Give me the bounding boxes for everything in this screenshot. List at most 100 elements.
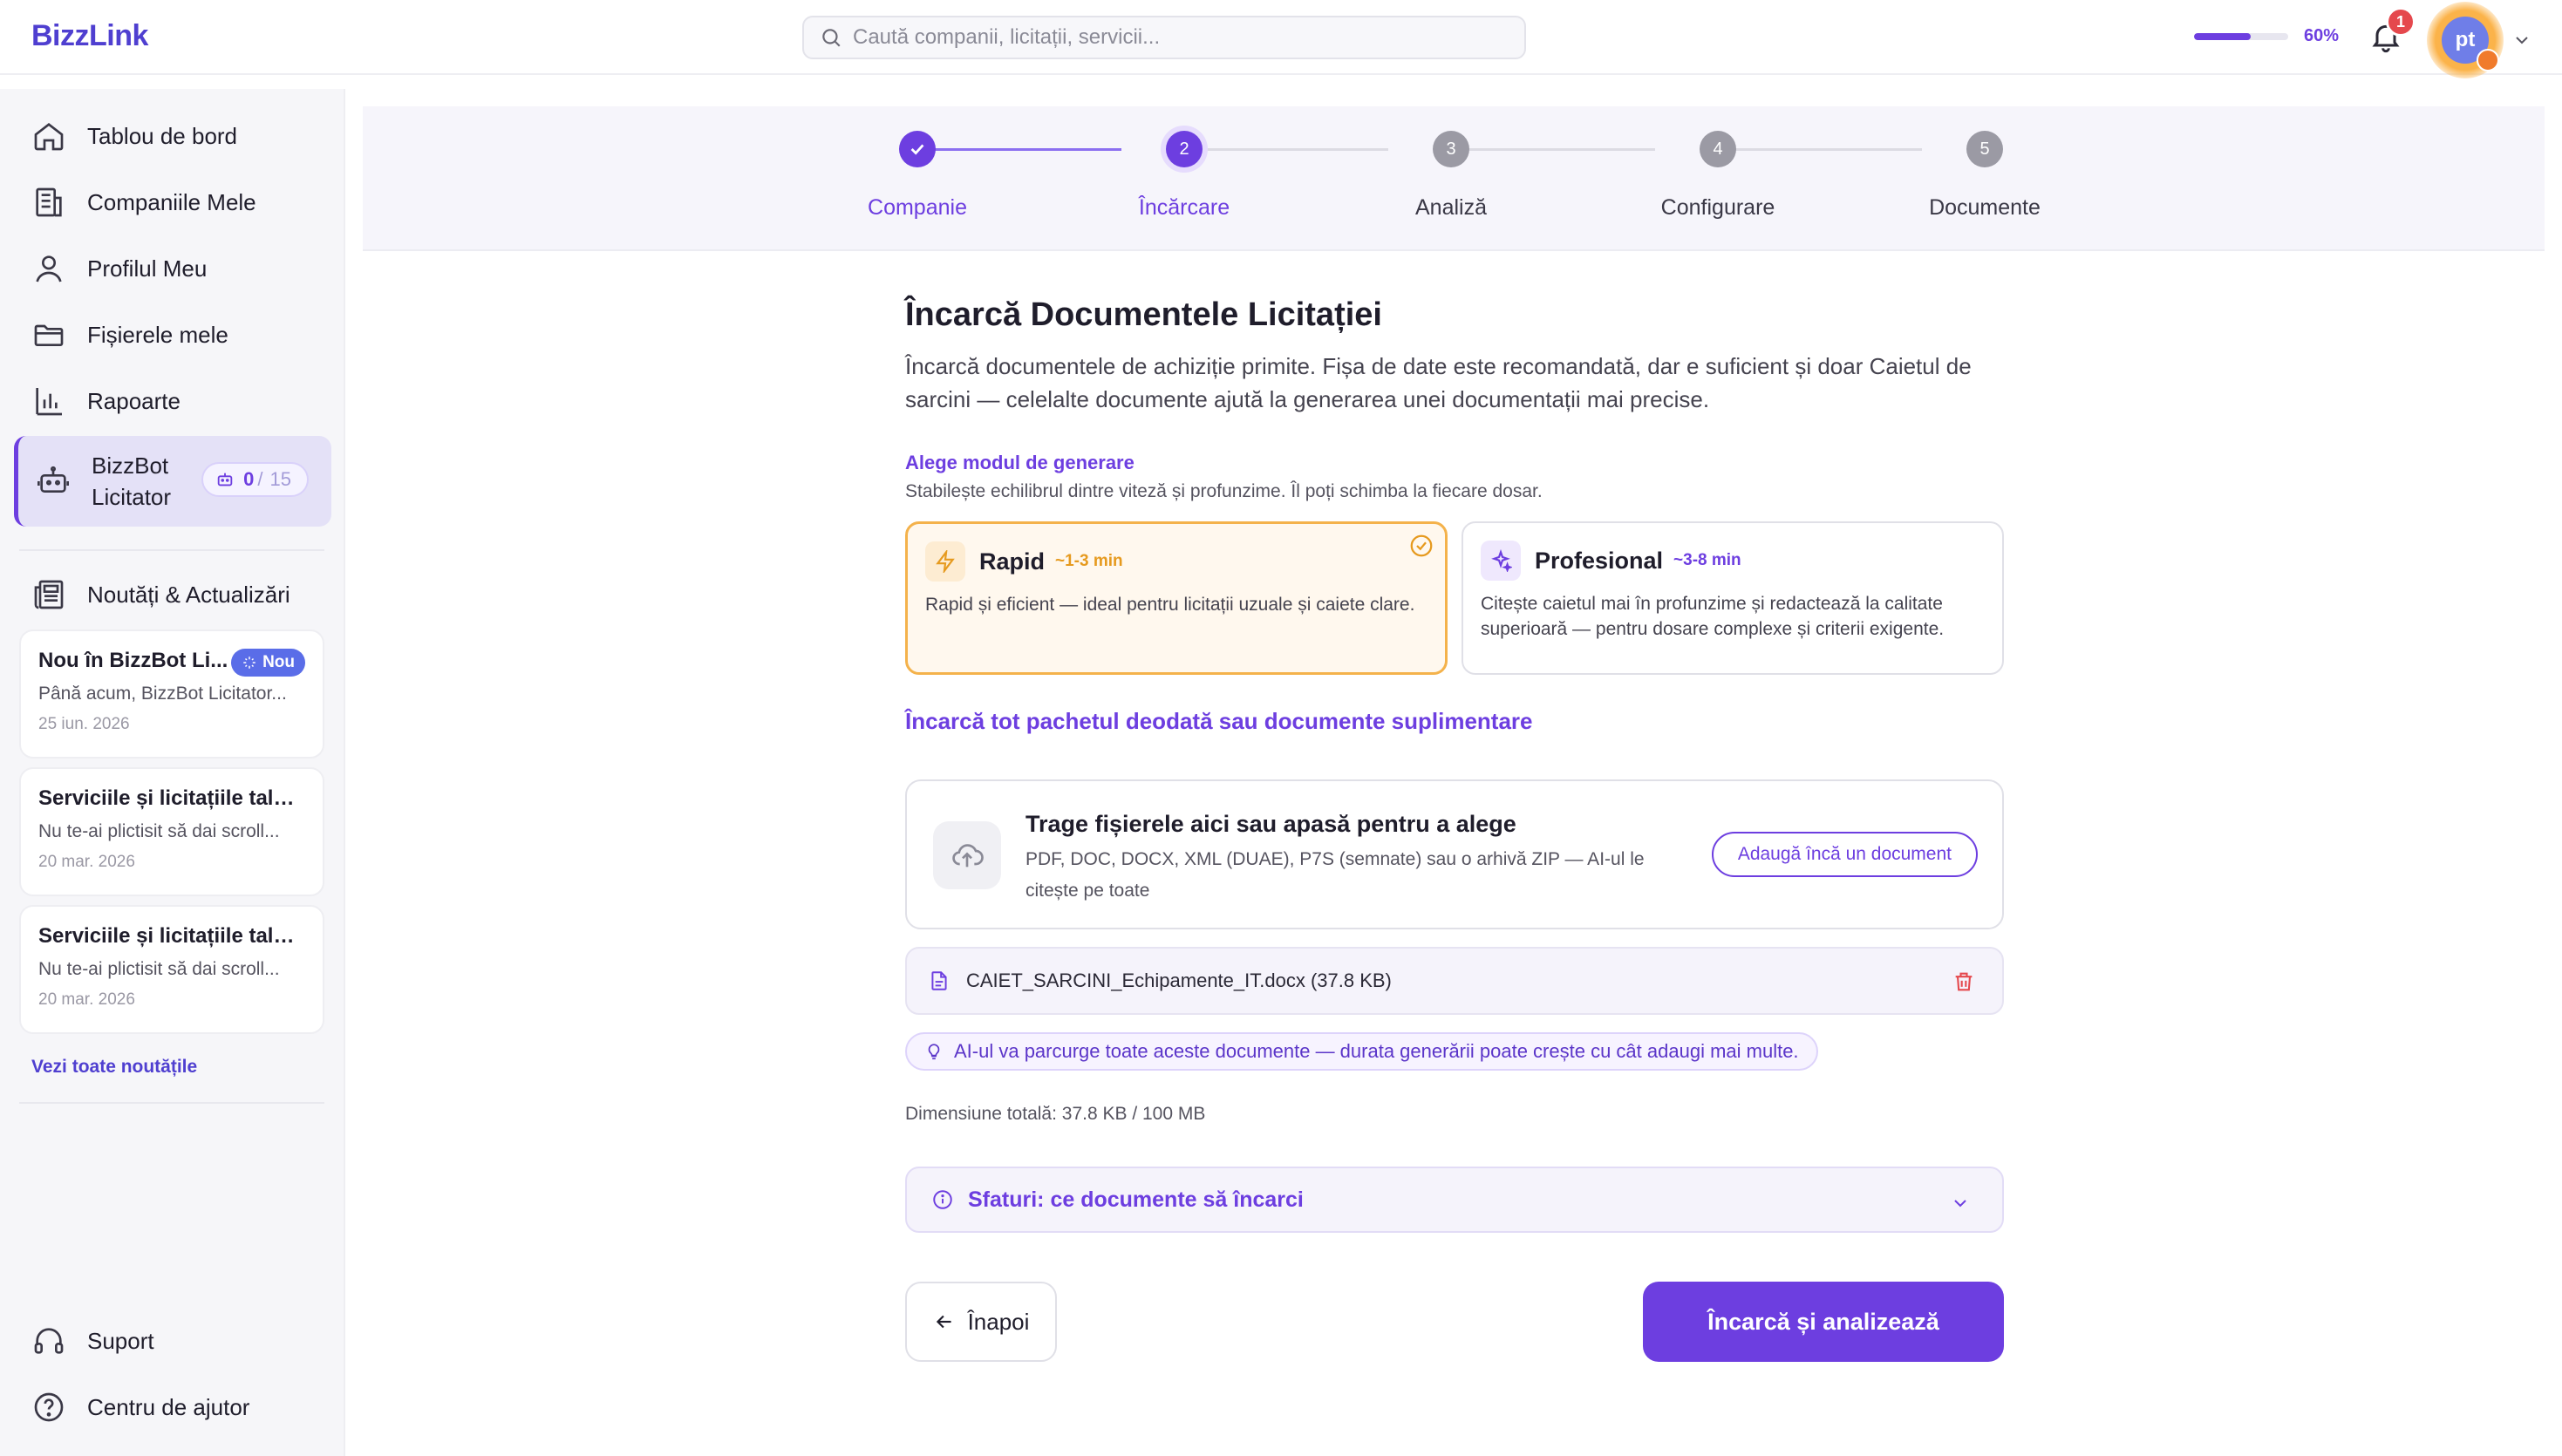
mode-description: Citește caietul mai în profunzime și red…	[1481, 594, 1945, 639]
progress-percent: 60%	[2304, 26, 2340, 45]
sidebar-item-support[interactable]: Suport	[14, 1310, 331, 1372]
sidebar-item-bizzbot[interactable]: BizzBot Licitator 0/15	[14, 436, 331, 527]
mode-name: Profesional	[1535, 547, 1664, 574]
news-date: 20 mar. 2026	[38, 853, 135, 871]
step-1-label: Companie	[868, 195, 967, 220]
progress-fill	[2194, 32, 2251, 40]
dropzone-text: PDF, DOC, DOCX, XML (DUAE), P7S (semnate…	[1025, 849, 1645, 901]
file-name: CAIET_SARCINI_Echipamente_IT.docx (37.8 …	[966, 970, 1392, 991]
back-button-label: Înapoi	[967, 1308, 1030, 1335]
sidebar-item-companies[interactable]: Companiile Mele	[14, 171, 331, 234]
sidebar-item-profile[interactable]: Profilul Meu	[14, 237, 331, 300]
mode-card-rapid[interactable]: Rapid ~1-3 min Rapid și eficient — ideal…	[905, 521, 1448, 675]
news-text: Nu te-ai plictisit să dai scroll...	[38, 959, 280, 979]
dropzone-title: Trage fișierele aici sau apasă pentru a …	[1025, 811, 1516, 837]
step-5-label: Documente	[1929, 195, 2041, 220]
search-icon	[822, 29, 841, 47]
robot-icon	[37, 466, 69, 493]
news-card[interactable]: Serviciile și licitațiile tale,... Nu te…	[19, 767, 324, 896]
step-3-label: Analiză	[1415, 195, 1487, 220]
step-connector	[917, 148, 1121, 151]
help-circle-icon	[34, 1392, 64, 1422]
mode-section-subtitle: Stabilește echilibrul dintre viteză și p…	[905, 481, 1543, 501]
trash-icon[interactable]	[1952, 970, 1976, 994]
robot-icon	[217, 473, 233, 486]
chevron-down-icon	[1954, 1200, 1966, 1208]
upload-analyze-button[interactable]: Încarcă și analizează	[1643, 1282, 2004, 1362]
mode-time: ~1-3 min	[1055, 552, 1123, 570]
notification-badge: 1	[2386, 7, 2416, 37]
sidebar-item-label: Rapoarte	[87, 387, 181, 414]
sidebar-item-reports[interactable]: Rapoarte	[14, 370, 331, 432]
folder-icon	[34, 324, 64, 346]
total-size: Dimensiune totală: 37.8 KB / 100 MB	[905, 1104, 1206, 1124]
quota-used: 0	[243, 468, 255, 490]
news-date: 20 mar. 2026	[38, 990, 135, 1009]
mode-section-title: Alege modul de generare	[905, 452, 1135, 473]
mode-card-profesional[interactable]: Profesional ~3-8 min Citește caietul mai…	[1462, 521, 2004, 675]
sidebar-item-label: Fișierele mele	[87, 321, 228, 348]
step-3-dot: 3	[1433, 131, 1469, 167]
step-2-dot[interactable]: 2	[1166, 131, 1203, 167]
file-dropzone[interactable]: Trage fișierele aici sau apasă pentru a …	[905, 779, 2004, 929]
news-title: Serviciile și licitațiile tale,...	[38, 786, 305, 810]
top-bar: BizzLink 60% 1 pt	[0, 0, 2562, 78]
logo[interactable]: BizzLink	[31, 19, 148, 53]
see-all-news-link[interactable]: Vezi toate noutățile	[31, 1057, 197, 1078]
news-card[interactable]: Serviciile și licitațiile tale,... Nu te…	[19, 905, 324, 1034]
sidebar-item-label: Tablou de bord	[87, 122, 238, 149]
tips-accordion[interactable]: Sfaturi: ce documente să încarci	[905, 1167, 2004, 1233]
ai-note-text: AI-ul va parcurge toate aceste documente…	[954, 1040, 1799, 1062]
step-4-label: Configurare	[1660, 195, 1775, 220]
bar-chart-icon	[36, 388, 62, 416]
tips-label: Sfaturi: ce documente să încarci	[968, 1187, 1304, 1212]
lightning-icon	[925, 541, 965, 582]
lightbulb-icon	[928, 1044, 940, 1060]
ai-note: AI-ul va parcurge toate aceste documente…	[905, 1032, 1818, 1071]
check-circle-icon	[1410, 534, 1433, 557]
news-card[interactable]: Nou în BizzBot Li... Nou Până acum, Bizz…	[19, 629, 324, 759]
newspaper-icon	[34, 580, 64, 609]
sparkles-icon	[1481, 541, 1521, 581]
sidebar: Tablou de bord Companiile Mele Profilul …	[0, 89, 345, 1456]
page-description: Încarcă documentele de achiziție primite…	[905, 353, 1972, 412]
step-5-dot: 5	[1966, 131, 2003, 167]
back-button[interactable]: Înapoi	[905, 1282, 1057, 1362]
sparkles-icon	[243, 657, 256, 669]
news-text: Nu te-ai plictisit să dai scroll...	[38, 821, 280, 841]
mode-description: Rapid și eficient — ideal pentru licitaț…	[925, 595, 1415, 615]
sidebar-item-dashboard[interactable]: Tablou de bord	[14, 105, 331, 167]
new-badge: Nou	[231, 649, 305, 677]
check-icon	[910, 144, 924, 155]
sidebar-item-news[interactable]: Noutăți & Actualizări	[14, 563, 331, 626]
stepper: 2 3 4 5 Companie Încărcare Analiză Confi…	[363, 106, 2545, 251]
progress-track	[2194, 32, 2288, 40]
building-icon	[36, 187, 62, 217]
step-4-dot: 4	[1700, 131, 1736, 167]
mode-time: ~3-8 min	[1673, 551, 1741, 569]
step-2-label: Încărcare	[1138, 195, 1230, 220]
sidebar-item-label: Centru de ajutor	[87, 1393, 250, 1420]
divider	[19, 1102, 324, 1104]
divider	[19, 549, 324, 551]
step-1-dot[interactable]	[899, 131, 936, 167]
sidebar-item-help[interactable]: Centru de ajutor	[14, 1376, 331, 1439]
file-icon	[931, 971, 947, 990]
info-icon	[933, 1190, 952, 1209]
avatar-status-icon	[2477, 49, 2499, 71]
search-box[interactable]	[802, 16, 1526, 59]
sidebar-item-label: Noutăți & Actualizări	[87, 581, 290, 608]
chevron-down-icon[interactable]	[2511, 30, 2532, 51]
upload-heading: Încarcă tot pachetul deodată sau documen…	[905, 708, 1533, 734]
quota-total: 15	[269, 468, 291, 490]
quota-badge: 0/ 15	[201, 462, 309, 497]
uploaded-file-row: CAIET_SARCINI_Echipamente_IT.docx (37.8 …	[905, 947, 2004, 1015]
user-icon	[36, 255, 62, 282]
new-badge-label: Nou	[262, 653, 295, 671]
sidebar-item-files[interactable]: Fișierele mele	[14, 303, 331, 366]
upload-cloud-icon	[933, 821, 1001, 889]
add-document-button[interactable]: Adaugă încă un document	[1711, 832, 1978, 877]
news-title: Nou în BizzBot Li...	[38, 649, 228, 672]
profile-progress[interactable]: 60%	[2194, 26, 2339, 46]
search-input[interactable]	[853, 25, 1498, 50]
